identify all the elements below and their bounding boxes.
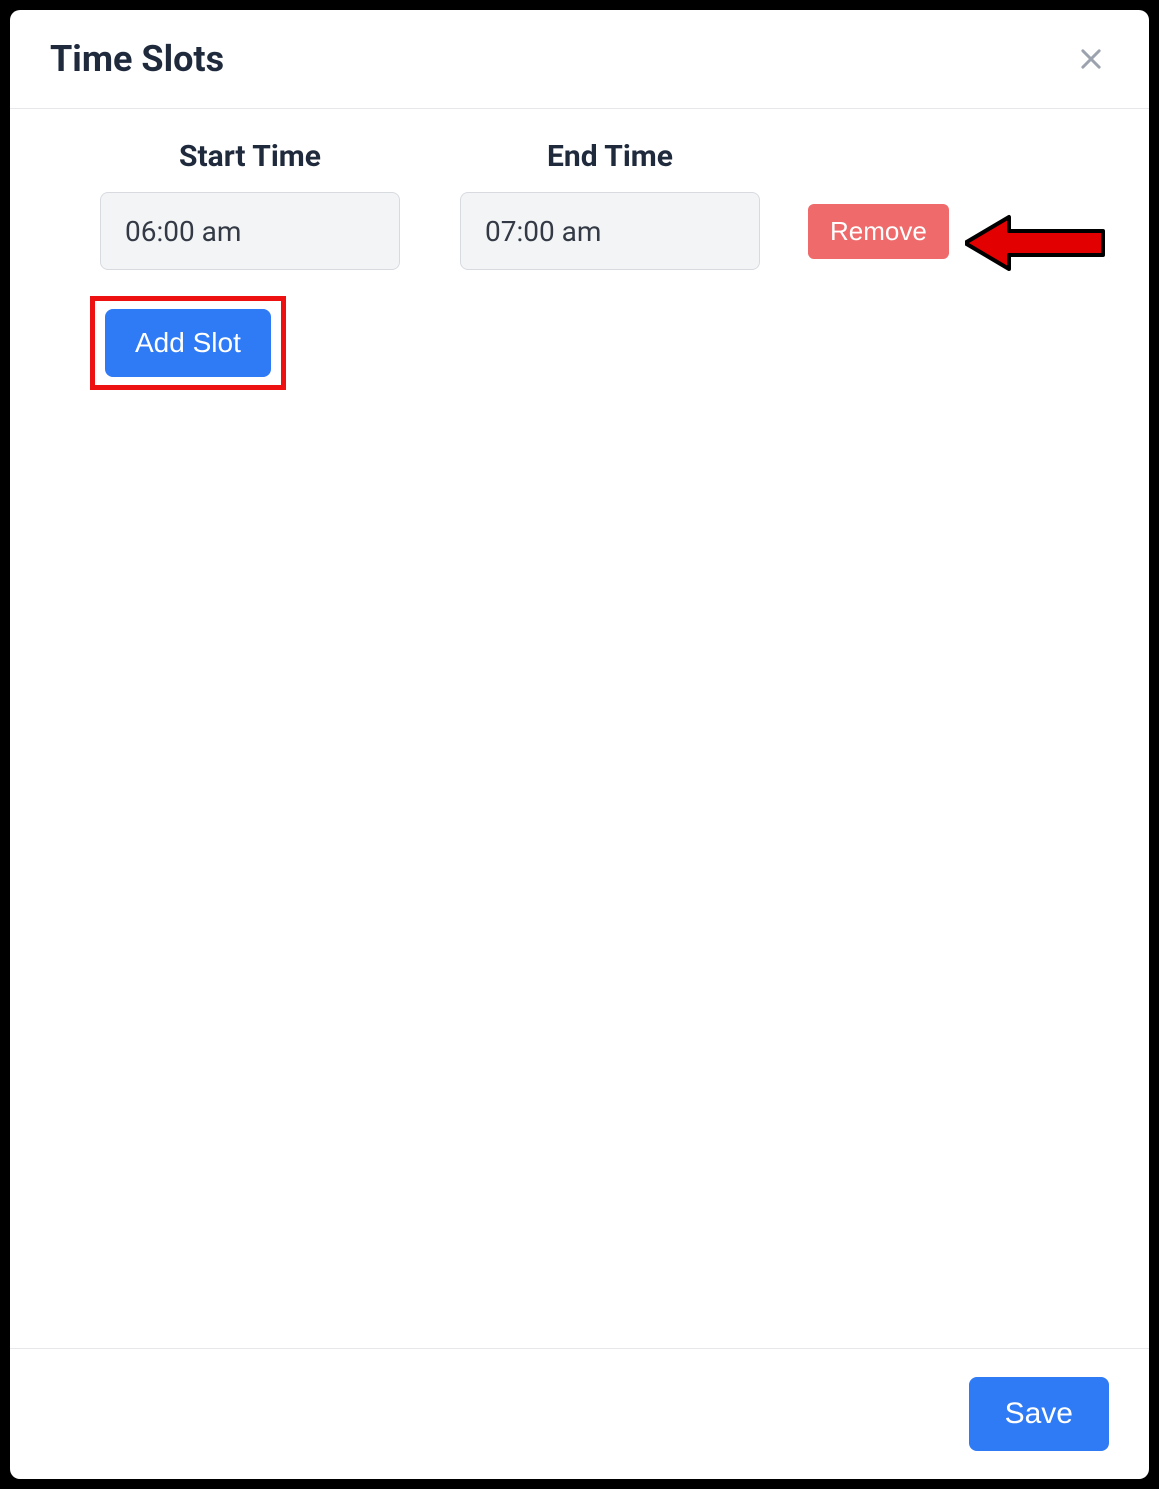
annotation-arrow-icon <box>965 211 1105 275</box>
time-slots-modal: Time Slots Start Time End Time 06:00 am … <box>10 10 1149 1479</box>
slot-row: 06:00 am 07:00 am Remove <box>100 192 1099 270</box>
modal-body: Start Time End Time 06:00 am 07:00 am Re… <box>10 109 1149 1348</box>
end-time-input[interactable]: 07:00 am <box>460 192 760 270</box>
start-time-value: 06:00 am <box>125 215 241 248</box>
remove-button[interactable]: Remove <box>808 204 949 259</box>
end-time-value: 07:00 am <box>485 215 601 248</box>
modal-footer: Save <box>10 1348 1149 1479</box>
close-button[interactable] <box>1073 41 1109 77</box>
add-slot-button[interactable]: Add Slot <box>105 309 271 377</box>
columns-header: Start Time End Time <box>100 139 1099 174</box>
save-button[interactable]: Save <box>969 1377 1109 1451</box>
start-time-header: Start Time <box>100 139 400 174</box>
end-time-header: End Time <box>460 139 760 174</box>
modal-header: Time Slots <box>10 10 1149 109</box>
close-icon <box>1077 45 1105 73</box>
start-time-input[interactable]: 06:00 am <box>100 192 400 270</box>
modal-title: Time Slots <box>50 38 224 80</box>
add-slot-highlight: Add Slot <box>90 296 286 390</box>
